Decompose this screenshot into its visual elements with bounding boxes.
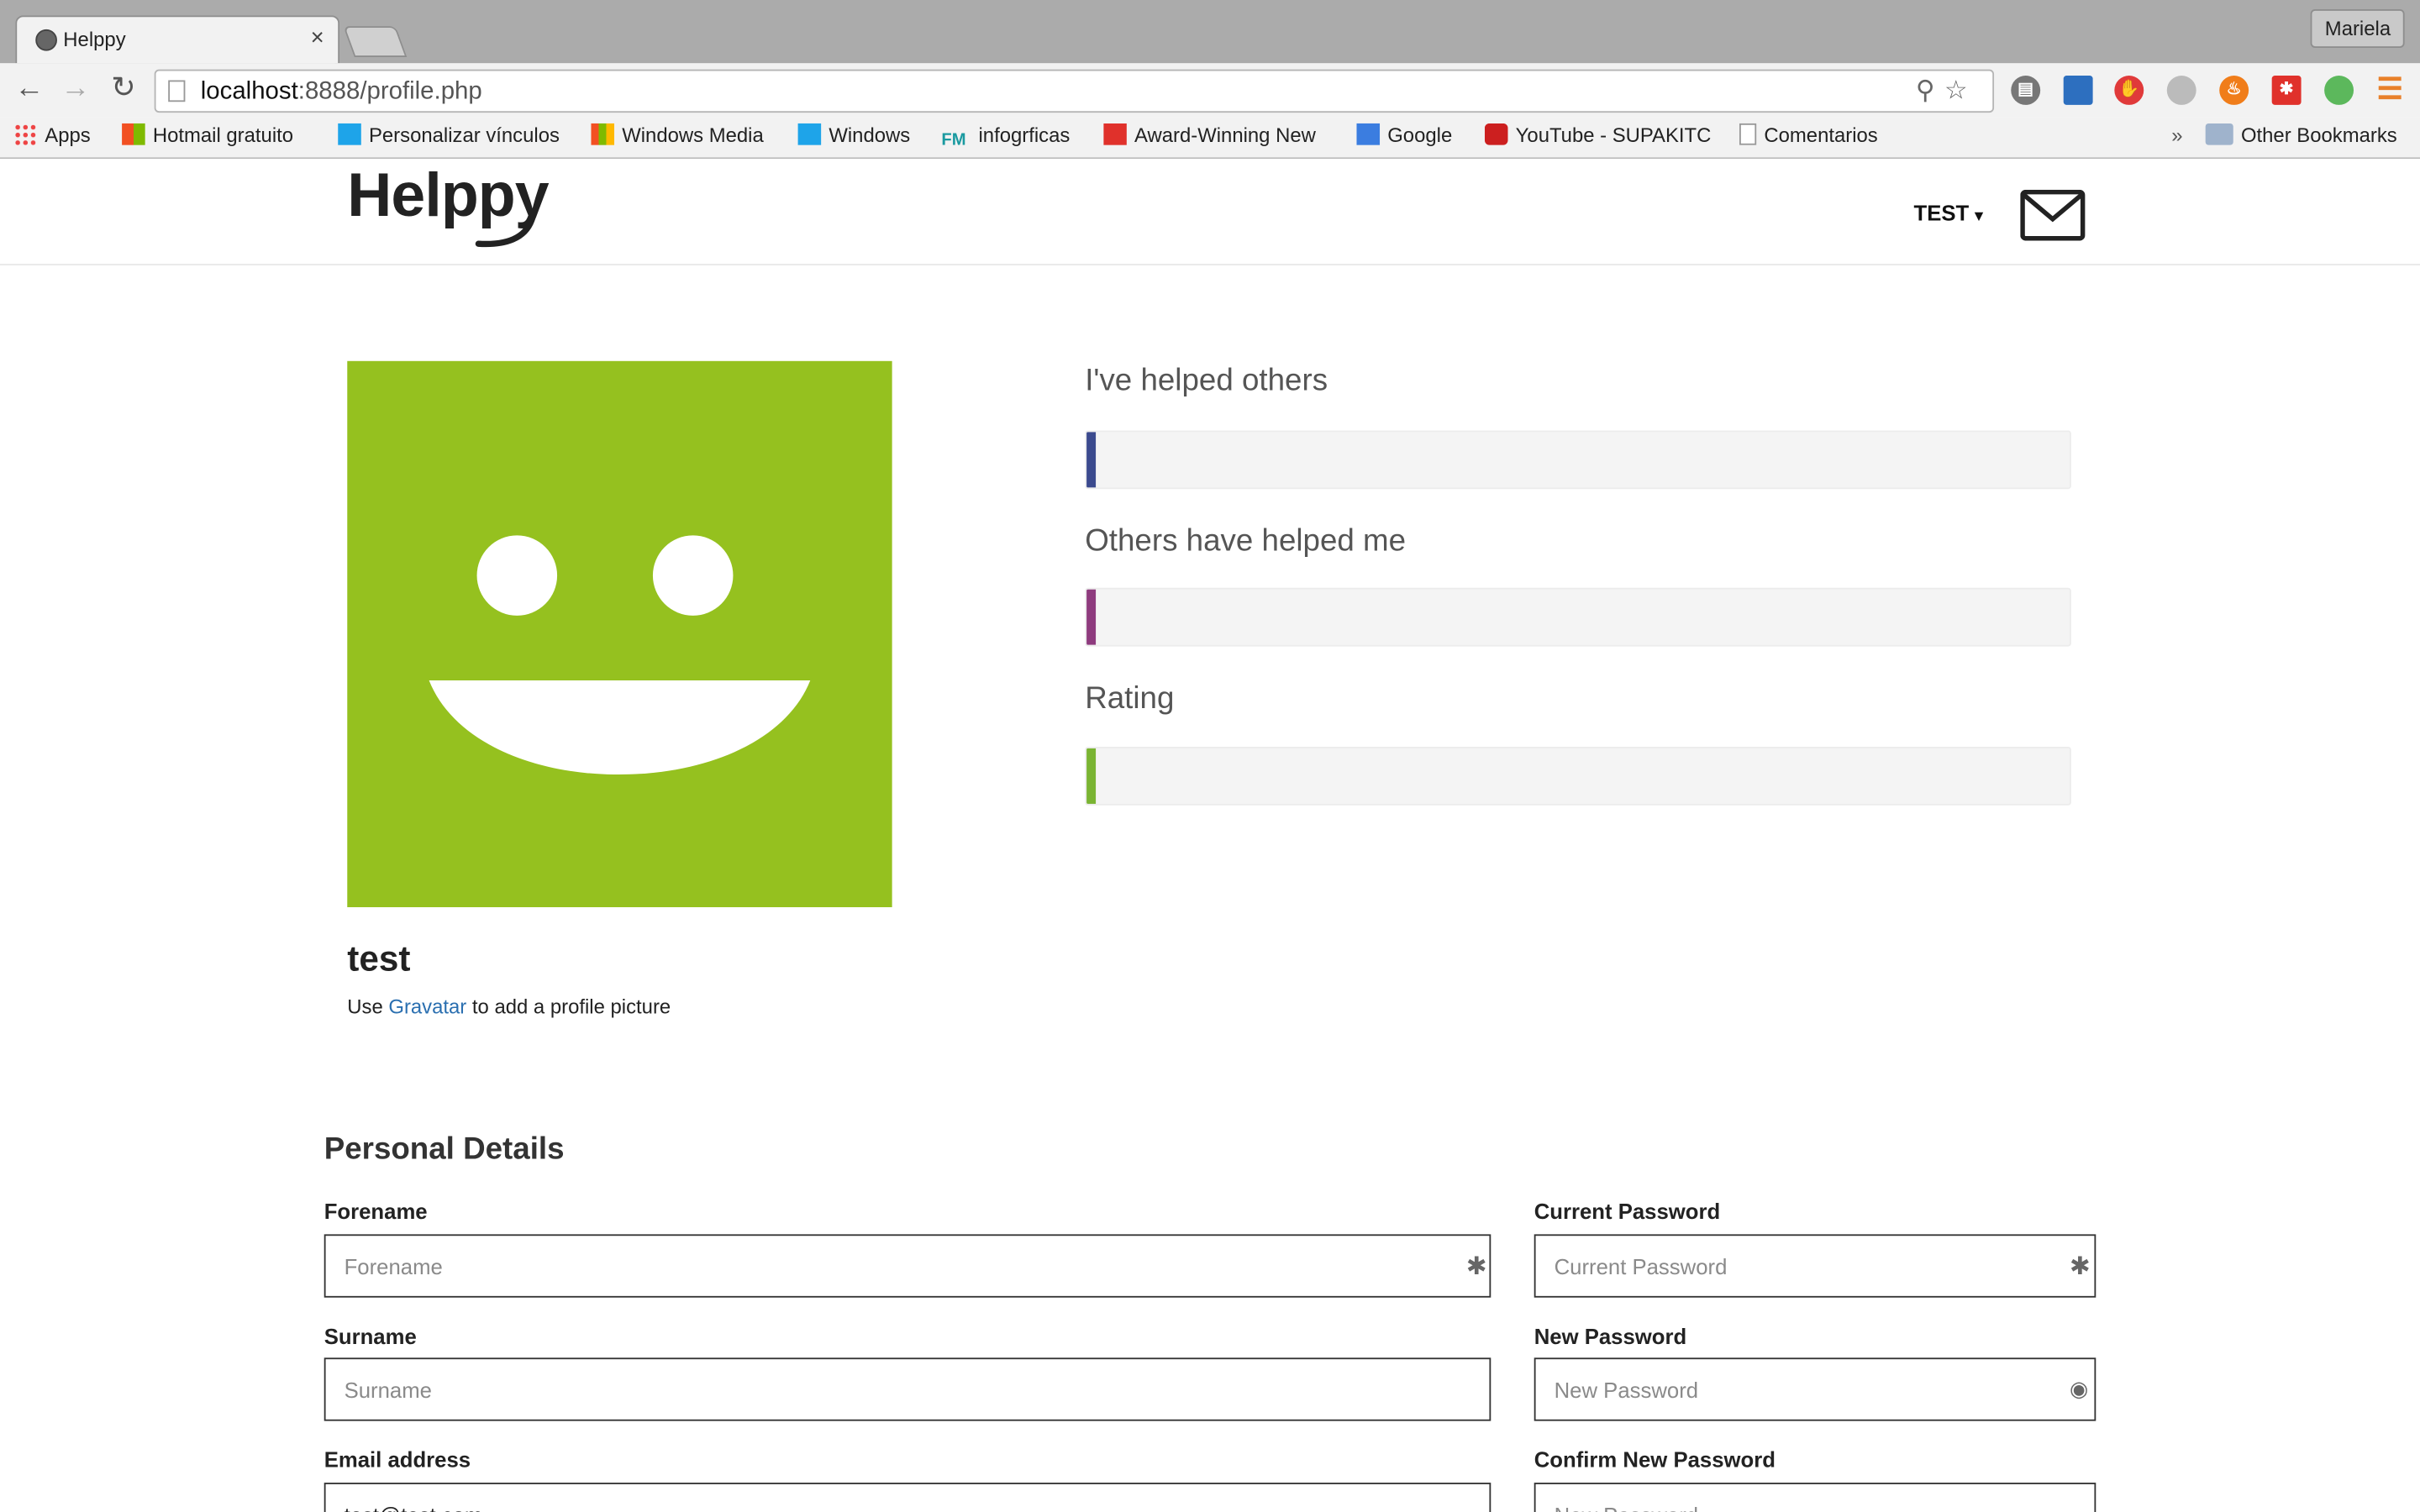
youtube-icon	[1484, 123, 1508, 145]
bookmark-comentarios[interactable]: Comentarios	[1739, 123, 1878, 146]
progress-fill	[1086, 589, 1097, 645]
web-page: Helppy TEST ▾ test Use Gravatar to add a…	[0, 159, 2420, 1512]
reload-icon[interactable]: ↻	[105, 71, 142, 108]
fm-icon: FM	[941, 131, 966, 150]
tab-strip: Helppy × Mariela	[0, 0, 2420, 64]
browser-tab[interactable]: Helppy ×	[15, 15, 340, 64]
screen: Helppy × Mariela ← → ↻ localhost:8888/pr…	[0, 0, 2420, 1512]
stat-label-helped-others: I've helped others	[1085, 364, 1328, 398]
bookmark-hotmail[interactable]: Hotmail gratuito	[122, 123, 293, 146]
menu-icon[interactable]: ☰	[2375, 76, 2405, 105]
user-menu-dropdown[interactable]: TEST ▾	[1914, 201, 1983, 225]
progress-fill	[1086, 748, 1097, 804]
address-bar[interactable]: localhost:8888/profile.php ⚲☆	[154, 69, 1995, 113]
forename-label: Forename	[324, 1199, 428, 1224]
bookmark-windows[interactable]: Windows	[797, 123, 910, 146]
progress-helped-others	[1085, 430, 2071, 490]
caret-down-icon: ▾	[1975, 207, 1983, 226]
confirm-password-label: Confirm New Password	[1534, 1446, 1776, 1473]
other-bookmarks[interactable]: Other Bookmarks	[2205, 123, 2397, 146]
browser-toolbar: ← → ↻ localhost:8888/profile.php ⚲☆ ▤ ✋ …	[0, 63, 2420, 118]
profile-username: test	[347, 937, 411, 979]
browser-profile-button[interactable]: Mariela	[2311, 9, 2405, 48]
bookmark-personalizar[interactable]: Personalizar vínculos	[338, 123, 560, 146]
bookmark-windows-media[interactable]: Windows Media	[591, 123, 764, 146]
extension-circle-icon[interactable]	[2166, 76, 2196, 105]
progress-rating	[1085, 746, 2071, 806]
page-icon	[1739, 123, 1757, 145]
windows-icon	[122, 123, 145, 145]
smiley-avatar-icon	[429, 535, 811, 775]
bookmarks-bar: Apps Hotmail gratuito Personalizar víncu…	[0, 117, 2420, 160]
bookmarks-overflow-chevron[interactable]: »	[2171, 123, 2182, 147]
bookmark-award-winning[interactable]: Award-Winning New	[1103, 123, 1327, 146]
windows-icon	[797, 123, 822, 145]
extension-fire-icon[interactable]: ♨	[2219, 76, 2249, 105]
extension-delicious-icon[interactable]	[2063, 76, 2093, 105]
password-strength-icon: ◉	[2070, 1376, 2089, 1401]
bookmark-youtube[interactable]: YouTube - SUPAKITC	[1484, 123, 1713, 146]
close-tab-icon[interactable]: ×	[311, 24, 324, 50]
bookmark-star-icon[interactable]: ☆	[1944, 76, 1977, 105]
avatar	[347, 360, 892, 908]
stat-label-rating: Rating	[1085, 681, 1175, 717]
back-icon[interactable]: ←	[11, 71, 48, 108]
confirm-password-input[interactable]	[1534, 1483, 2096, 1512]
required-asterisk-icon: ✱	[2070, 1254, 2091, 1281]
stat-label-helped-me: Others have helped me	[1085, 524, 1407, 559]
current-password-label: Current Password	[1534, 1199, 1721, 1224]
new-password-input[interactable]	[1534, 1357, 2096, 1421]
windows-icon	[338, 123, 361, 145]
bookmark-apps[interactable]: Apps	[13, 123, 91, 146]
s-icon	[1103, 123, 1127, 145]
extension-evernote-icon[interactable]	[2324, 76, 2354, 105]
email-input[interactable]	[324, 1483, 1491, 1512]
apps-grid-icon	[13, 123, 38, 145]
folder-icon	[2205, 123, 2233, 145]
required-asterisk-icon: ✱	[1465, 1254, 1487, 1281]
new-password-label: New Password	[1534, 1323, 1687, 1349]
current-password-input[interactable]	[1534, 1234, 2096, 1298]
forename-input[interactable]	[324, 1234, 1491, 1298]
bookmark-google[interactable]: Google	[1356, 123, 1452, 146]
url-text: localhost:8888/profile.php	[200, 78, 482, 105]
tab-title: Helppy	[63, 28, 126, 51]
email-label: Email address	[324, 1446, 471, 1473]
extension-printer-icon[interactable]: ▤	[2011, 76, 2041, 105]
bookmark-infograficas[interactable]: FM infogrficas	[941, 123, 1070, 153]
surname-input[interactable]	[324, 1357, 1491, 1421]
favicon-icon	[35, 29, 57, 51]
google-icon	[1356, 123, 1381, 145]
search-icon[interactable]: ⚲	[1916, 76, 1944, 105]
section-title-personal-details: Personal Details	[324, 1132, 565, 1167]
new-tab-button[interactable]	[343, 26, 408, 57]
forward-icon[interactable]: →	[57, 71, 94, 108]
page-icon	[168, 80, 186, 102]
avatar-note: Use Gravatar to add a profile picture	[347, 995, 671, 1019]
logo-swoosh-icon	[475, 214, 536, 248]
gravatar-link[interactable]: Gravatar	[388, 995, 466, 1019]
extension-adblock-icon[interactable]: ✋	[2114, 76, 2144, 105]
surname-label: Surname	[324, 1323, 417, 1349]
progress-helped-me	[1085, 587, 2071, 647]
mail-icon[interactable]	[2020, 189, 2086, 241]
windows-icon	[591, 123, 615, 145]
extension-asterisk-icon[interactable]: ✱	[2271, 76, 2302, 105]
progress-fill	[1086, 432, 1097, 488]
site-navbar: Helppy TEST ▾	[0, 159, 2420, 265]
